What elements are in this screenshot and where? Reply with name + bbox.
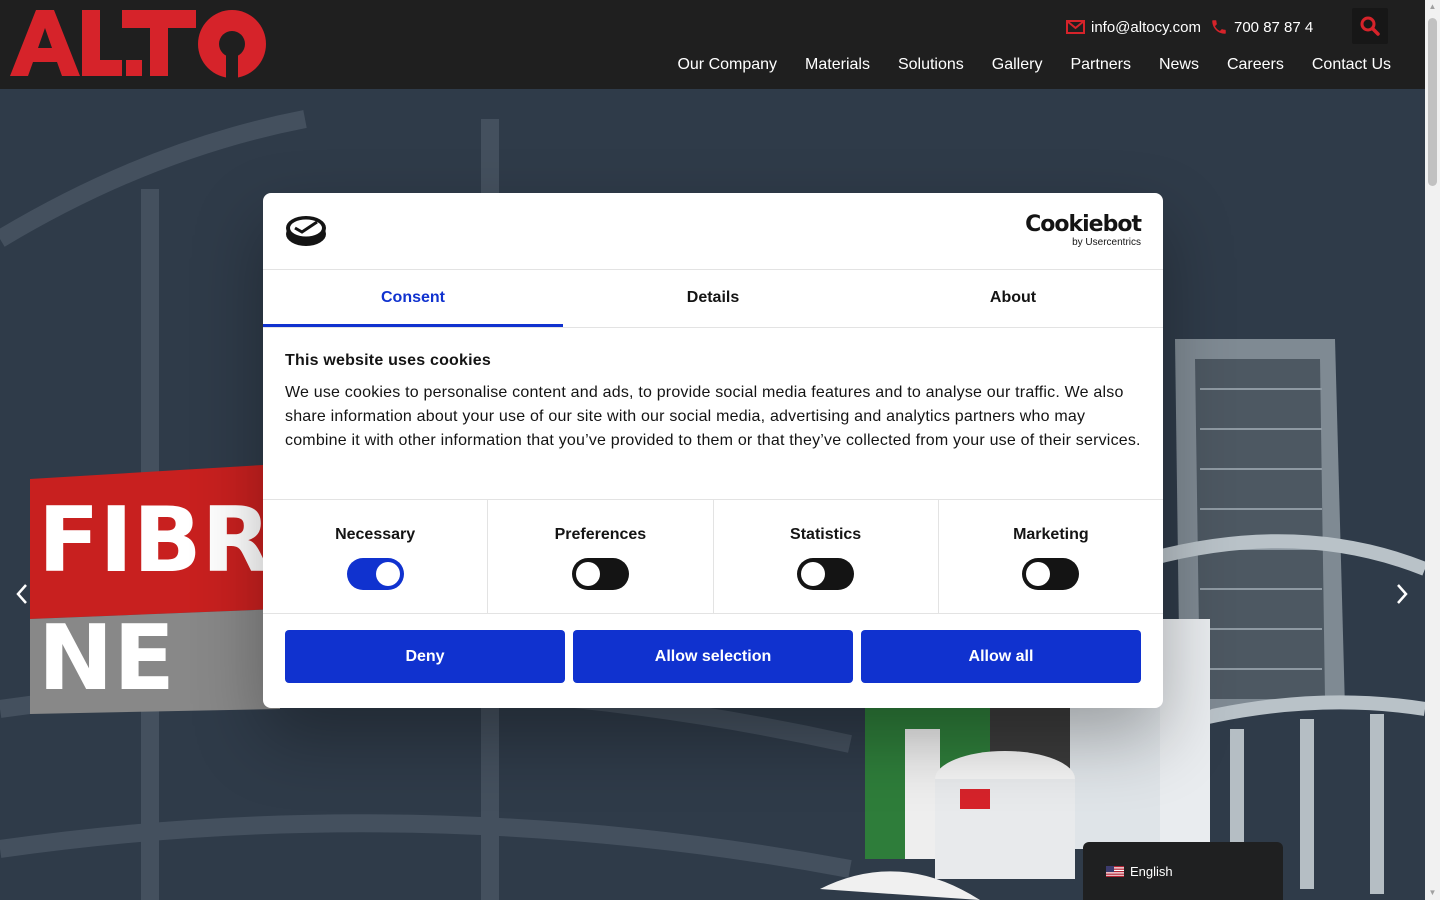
category-toggles: Necessary Preferences Statistics Marketi… — [263, 500, 1163, 614]
toggle-preferences: Preferences — [488, 500, 714, 613]
toggle-label: Preferences — [554, 526, 647, 543]
toggle-label: Marketing — [1013, 526, 1089, 543]
dialog-body: This website uses cookies We use cookies… — [263, 328, 1163, 500]
necessary-switch[interactable] — [346, 558, 404, 590]
scroll-thumb[interactable] — [1428, 18, 1437, 186]
toggle-statistics: Statistics — [714, 500, 939, 613]
page-scrollbar[interactable]: ▲ ▼ — [1425, 0, 1440, 900]
cookiebot-brand[interactable]: Cookiebot by Usercentrics — [1025, 212, 1142, 249]
toggle-marketing: Marketing — [939, 500, 1163, 613]
brand-name: Cookiebot — [1025, 212, 1142, 237]
toggle-necessary: Necessary — [263, 500, 489, 613]
cookie-overlay: Cookiebot by Usercentrics Consent Detail… — [0, 0, 1425, 900]
toggle-label: Statistics — [790, 526, 862, 543]
toggle-label: Necessary — [335, 526, 416, 543]
allow-all-button[interactable]: Allow all — [861, 630, 1141, 683]
dialog-title: This website uses cookies — [285, 352, 491, 369]
preferences-switch[interactable] — [571, 558, 629, 590]
tab-consent[interactable]: Consent — [263, 270, 563, 327]
us-flag-icon — [1106, 865, 1124, 877]
scroll-up-arrow[interactable]: ▲ — [1428, 2, 1437, 12]
dialog-tabs: Consent Details About — [263, 270, 1163, 328]
cookie-consent-dialog: Cookiebot by Usercentrics Consent Detail… — [263, 193, 1163, 708]
language-switcher[interactable]: English — [1083, 842, 1283, 900]
dialog-buttons: Deny Allow selection Allow all — [263, 614, 1163, 683]
scroll-down-arrow[interactable]: ▼ — [1428, 888, 1437, 898]
dialog-text: We use cookies to personalise content an… — [285, 384, 1141, 449]
allow-selection-button[interactable]: Allow selection — [573, 630, 853, 683]
statistics-switch[interactable] — [797, 558, 855, 590]
brand-sub: by Usercentrics — [1072, 237, 1141, 248]
tab-about[interactable]: About — [863, 270, 1163, 327]
deny-button[interactable]: Deny — [285, 630, 565, 683]
cookie-logo-icon — [286, 216, 326, 246]
marketing-switch[interactable] — [1022, 558, 1080, 590]
dialog-header: Cookiebot by Usercentrics — [263, 193, 1163, 270]
language-label: English — [1130, 863, 1173, 879]
tab-details[interactable]: Details — [563, 270, 863, 327]
